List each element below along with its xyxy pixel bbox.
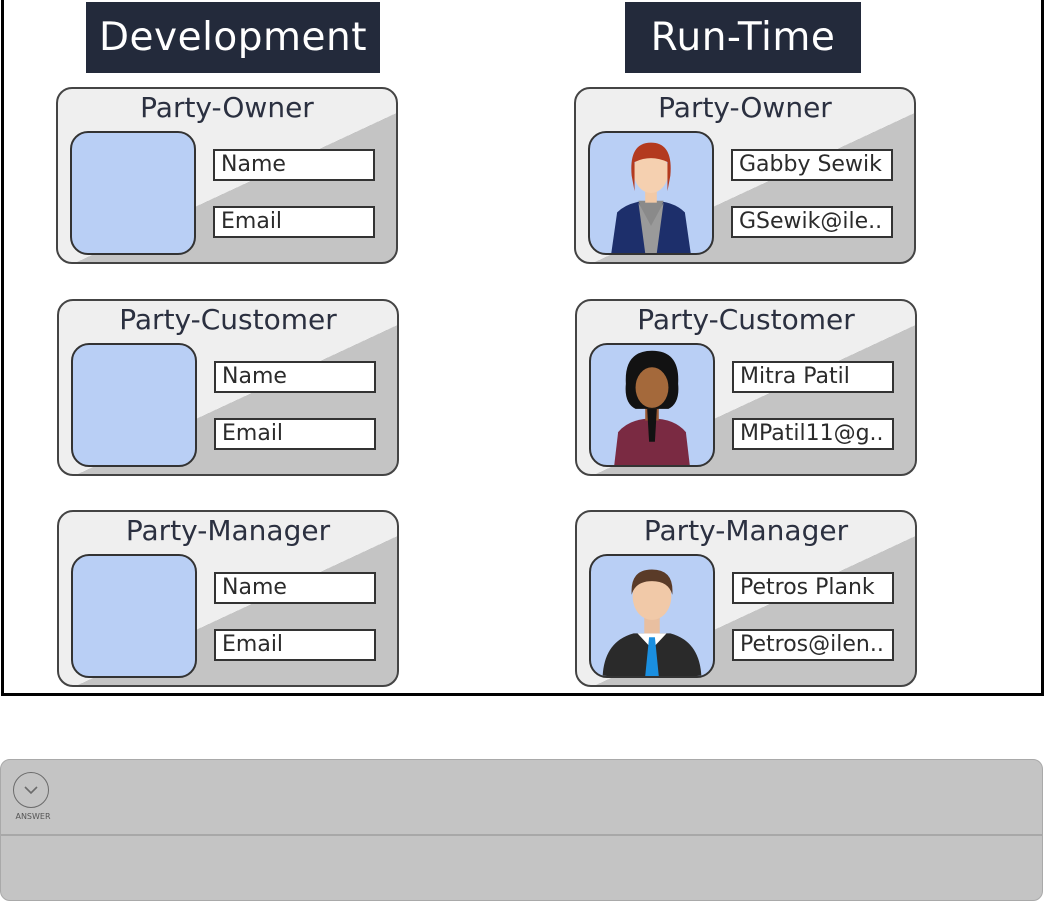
man-tie-avatar-icon	[589, 554, 715, 678]
photo-placeholder	[70, 131, 196, 255]
name-field: Mitra Patil	[732, 361, 894, 393]
divider	[1, 834, 1042, 836]
answer-label: ANSWER	[15, 812, 51, 821]
dev-card-customer: Party-Customer Name Email	[57, 299, 399, 476]
chevron-down-icon	[13, 772, 49, 808]
runtime-card-manager: Party-Manager Petros Plank Petros@ilen..	[575, 510, 917, 687]
card-title: Party-Customer	[119, 303, 337, 336]
dev-card-owner: Party-Owner Name Email	[56, 87, 398, 264]
runtime-card-owner: Party-Owner Gabby Sewik GSewik@ile..	[574, 87, 916, 264]
email-field: GSewik@ile..	[731, 206, 893, 238]
dev-card-manager: Party-Manager Name Email	[57, 510, 399, 687]
development-header: Development	[86, 2, 380, 73]
name-field: Gabby Sewik	[731, 149, 893, 181]
woman-braid-avatar-icon	[589, 343, 715, 467]
card-title: Party-Manager	[643, 514, 849, 547]
name-field: Name	[213, 149, 375, 181]
name-field: Name	[214, 361, 376, 393]
name-field: Name	[214, 572, 376, 604]
email-field: MPatil11@g..	[732, 418, 894, 450]
photo-placeholder	[71, 554, 197, 678]
email-field: Email	[213, 206, 375, 238]
email-field: Petros@ilen..	[732, 629, 894, 661]
woman-redhair-avatar-icon	[588, 131, 714, 255]
diagram-frame: Development Run-Time Party-Owner Name Em…	[1, 0, 1044, 696]
card-title: Party-Owner	[140, 91, 314, 124]
card-title: Party-Customer	[637, 303, 855, 336]
answer-toggle-button[interactable]: ANSWER	[11, 770, 55, 828]
email-field: Email	[214, 629, 376, 661]
card-title: Party-Manager	[125, 514, 331, 547]
email-field: Email	[214, 418, 376, 450]
name-field: Petros Plank	[732, 572, 894, 604]
photo-placeholder	[71, 343, 197, 467]
runtime-header: Run-Time	[625, 2, 861, 73]
card-title: Party-Owner	[658, 91, 832, 124]
runtime-card-customer: Party-Customer Mitra Patil MPatil11@g..	[575, 299, 917, 476]
answer-panel: ANSWER	[0, 759, 1043, 901]
